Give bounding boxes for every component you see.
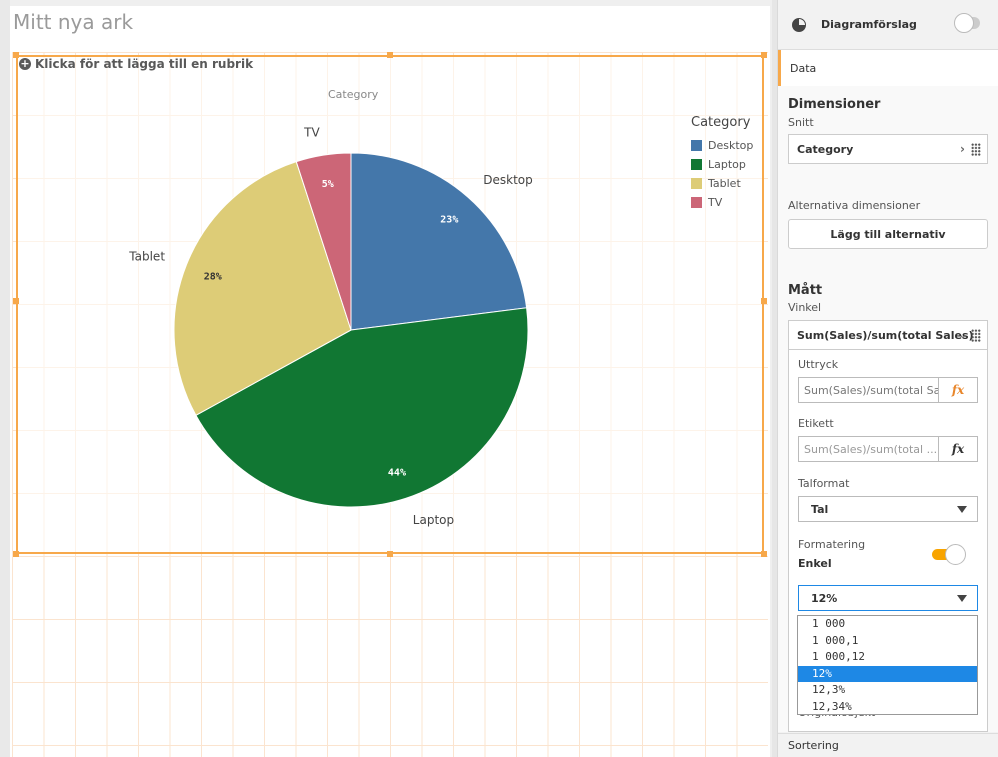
pie-value-label: 28% bbox=[204, 271, 222, 282]
format-option[interactable]: 12,34% bbox=[798, 699, 977, 716]
format-pattern-select[interactable]: 12% bbox=[798, 585, 978, 611]
toggle-knob bbox=[945, 544, 966, 565]
pie-value-label: 44% bbox=[388, 467, 406, 478]
drag-handle-icon[interactable] bbox=[971, 143, 981, 156]
dimension-item-label: Category bbox=[797, 142, 854, 156]
legend-swatch bbox=[691, 178, 702, 189]
pie-category-label: Tablet bbox=[128, 249, 165, 263]
pie-category-label: Laptop bbox=[413, 513, 454, 527]
format-option[interactable]: 1 000,1 bbox=[798, 633, 977, 650]
number-format-select[interactable]: Tal bbox=[798, 496, 978, 522]
measures-sub: Vinkel bbox=[788, 301, 822, 314]
format-option[interactable]: 1 000 bbox=[798, 616, 977, 633]
expression-label: Uttryck bbox=[798, 358, 839, 371]
measure-item[interactable]: Sum(Sales)/sum(total Sales) ⌄ bbox=[788, 320, 988, 350]
label-label: Etikett bbox=[798, 417, 834, 430]
pie-category-label: TV bbox=[303, 125, 320, 139]
format-pattern-value: 12% bbox=[811, 591, 838, 605]
dimensions-heading: Dimensioner bbox=[788, 97, 881, 112]
pie-category-label: Desktop bbox=[483, 173, 533, 187]
measures-heading: Mått bbox=[788, 283, 823, 298]
chart-suggestions-row: Diagramförslag bbox=[778, 0, 998, 50]
drag-handle-icon[interactable] bbox=[971, 329, 981, 342]
sorting-section[interactable]: Sortering bbox=[778, 733, 998, 757]
toggle-knob bbox=[954, 13, 974, 33]
legend-label: Tablet bbox=[708, 177, 741, 190]
legend-label: Laptop bbox=[708, 158, 746, 171]
dimensions-sub: Snitt bbox=[788, 116, 814, 129]
pie-value-label: 5% bbox=[322, 179, 334, 190]
legend-item-laptop[interactable]: Laptop bbox=[691, 155, 753, 174]
legend-item-tablet[interactable]: Tablet bbox=[691, 174, 753, 193]
dimension-item[interactable]: Category › bbox=[788, 134, 988, 164]
caret-down-icon bbox=[957, 595, 967, 602]
legend-item-desktop[interactable]: Desktop bbox=[691, 136, 753, 155]
legend-swatch bbox=[691, 159, 702, 170]
caret-down-icon bbox=[957, 506, 967, 513]
alt-dimensions-label: Alternativa dimensioner bbox=[788, 199, 921, 212]
expression-fx-button[interactable]: fx bbox=[938, 377, 978, 403]
number-format-label: Talformat bbox=[798, 477, 850, 490]
legend-title: Category bbox=[691, 115, 751, 130]
legend-label: TV bbox=[708, 196, 723, 209]
formatting-toggle[interactable] bbox=[932, 544, 966, 566]
legend-item-tv[interactable]: TV bbox=[691, 193, 753, 212]
format-option[interactable]: 1 000,12 bbox=[798, 649, 977, 666]
legend-swatch bbox=[691, 140, 702, 151]
legend-swatch bbox=[691, 197, 702, 208]
pie-chart: 23% Desktop 44% Laptop 28% Tablet 5% TV bbox=[128, 125, 533, 527]
chevron-right-icon: › bbox=[960, 142, 965, 156]
format-option-selected[interactable]: 12% bbox=[798, 665, 977, 682]
chart-legend: Category Desktop Laptop Tablet TV bbox=[691, 115, 753, 212]
number-format-value: Tal bbox=[811, 502, 829, 516]
pie-chart-icon bbox=[792, 17, 806, 32]
expression-input[interactable]: Sum(Sales)/sum(total Sa bbox=[798, 377, 938, 403]
legend-label: Desktop bbox=[708, 139, 754, 152]
format-dropdown-list: 1 000 1 000,1 1 000,12 12% 12,3% 12,34% bbox=[797, 615, 978, 715]
expression-row: Sum(Sales)/sum(total Sa fx bbox=[798, 377, 978, 403]
sheet-canvas: Mitt nya ark + Klicka för att lägga till… bbox=[0, 0, 772, 757]
pie-value-label: 23% bbox=[440, 214, 458, 225]
tab-data[interactable]: Data bbox=[778, 50, 998, 86]
chart-suggestions-toggle[interactable] bbox=[954, 13, 980, 33]
measure-item-label: Sum(Sales)/sum(total Sales) bbox=[797, 328, 974, 342]
add-alternative-button[interactable]: Lägg till alternativ bbox=[788, 219, 988, 249]
label-input[interactable]: Sum(Sales)/sum(total ... bbox=[798, 436, 938, 462]
label-fx-button[interactable]: fx bbox=[938, 436, 978, 462]
chart-suggestions-label: Diagramförslag bbox=[821, 18, 917, 31]
chevron-down-icon: ⌄ bbox=[958, 329, 967, 341]
format-option[interactable]: 12,3% bbox=[798, 682, 977, 699]
label-row: Sum(Sales)/sum(total ... fx bbox=[798, 436, 978, 462]
